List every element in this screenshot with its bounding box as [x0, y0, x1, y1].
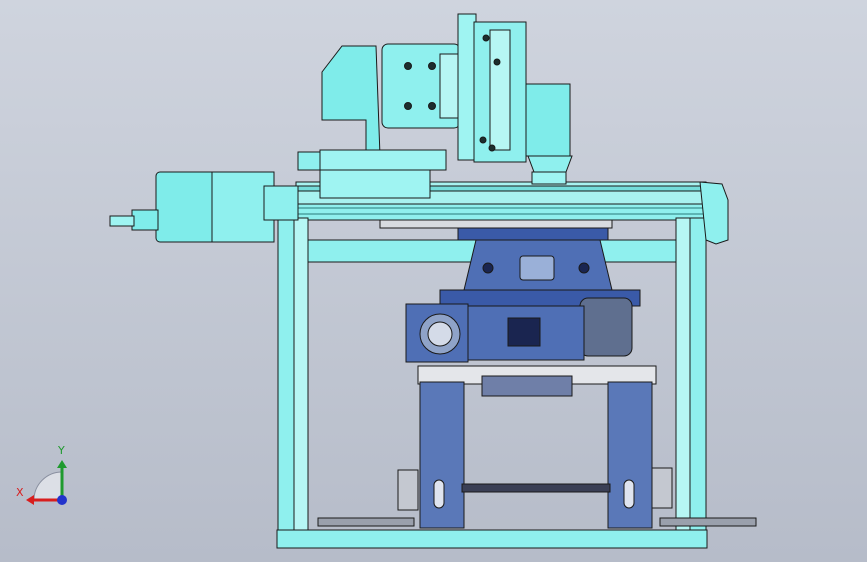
turntable-ring [457, 227, 609, 241]
motor-end-cap-inner [427, 321, 453, 347]
motor-side-block [263, 185, 299, 221]
cad-viewport[interactable]: X Y [0, 0, 867, 562]
motor-shaft [109, 215, 135, 227]
triad-base-quarter-circle [33, 471, 63, 501]
drum-bolt [428, 62, 436, 70]
gearbox-output [527, 155, 573, 173]
triad-y-label: Y [57, 444, 65, 457]
frame-right-post-inner [675, 217, 691, 537]
slide-bolt [488, 144, 496, 152]
left-leveling-foot [397, 469, 419, 511]
support-columns [419, 381, 653, 529]
drum-bolt [404, 102, 412, 110]
head-bracket [321, 45, 381, 157]
triad-x-arrow [26, 495, 34, 505]
column-slot [433, 479, 445, 509]
pedestal-hole [578, 262, 590, 274]
bolt-ring [481, 375, 573, 397]
gearbox-flange [531, 171, 567, 185]
frame-left-post-inner [293, 217, 309, 537]
frame-left-post-outer [277, 217, 295, 537]
right-foot-plate [659, 517, 757, 527]
coordinate-triad: X Y [16, 444, 67, 505]
frame-top-rail [273, 202, 715, 221]
triad-z-axis [57, 495, 67, 505]
right-leveling-foot [651, 467, 673, 509]
drum-bolt [428, 102, 436, 110]
slide-carriage [319, 165, 431, 199]
left-foot-plate [317, 517, 415, 527]
tie-rod [461, 483, 611, 493]
head-mount-plate [319, 149, 447, 171]
vertical-clamp-plate [457, 13, 477, 161]
gearbox-housing [525, 83, 571, 157]
slide-rail [489, 29, 511, 151]
triad-y-arrow [57, 460, 67, 468]
pedestal-hole [482, 262, 494, 274]
reducer-body [579, 297, 633, 357]
slide-bolt [479, 136, 487, 144]
motor-nose [131, 209, 159, 231]
frame-right-post-outer [689, 217, 707, 537]
pedestal-window [519, 255, 555, 281]
drum-bolt [404, 62, 412, 70]
upper-rotary-head [319, 13, 573, 185]
triad-x-label: X [16, 486, 24, 499]
slide-bolt [482, 34, 490, 42]
reducer-label [507, 317, 541, 347]
left-servo-motor [109, 171, 299, 243]
column-slot [623, 479, 635, 509]
slide-bolt [493, 58, 501, 66]
turntable-plate [379, 219, 613, 229]
frame-base [276, 529, 708, 549]
